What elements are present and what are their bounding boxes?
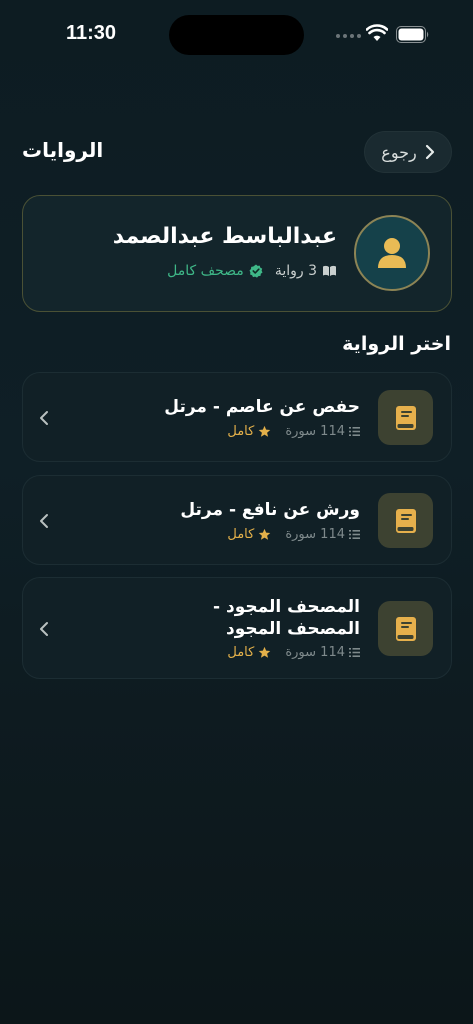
page-title: الروايات xyxy=(22,138,104,162)
book-icon xyxy=(395,508,416,533)
reciter-card: عبدالباسط عبدالصمد 3 رواية مصحف كامل xyxy=(22,195,452,312)
complete-badge: كامل xyxy=(227,527,271,542)
complete-badge: كامل xyxy=(227,645,271,660)
status-bar: 11:30 xyxy=(0,0,473,70)
open-book-icon xyxy=(323,265,336,276)
book-icon xyxy=(395,405,416,430)
dynamic-island xyxy=(169,15,304,55)
back-button[interactable]: رجوع xyxy=(364,131,452,173)
mushaf-status: مصحف كامل xyxy=(167,263,263,279)
surah-count: 114 سورة xyxy=(285,527,360,542)
riwaya-card-warsh[interactable]: ورش عن نافع - مرتل 114 سورة كامل xyxy=(22,475,452,565)
book-tile xyxy=(378,493,433,548)
star-icon xyxy=(259,528,271,540)
chevron-left-icon xyxy=(40,411,48,425)
riwaya-meta: 114 سورة كامل xyxy=(227,645,360,660)
avatar xyxy=(354,215,430,291)
star-icon xyxy=(259,425,271,437)
star-icon xyxy=(259,646,271,658)
reciter-meta: 3 رواية مصحف كامل xyxy=(167,263,337,279)
status-time: 11:30 xyxy=(66,22,117,44)
complete-badge-text: كامل xyxy=(227,424,255,439)
riwaya-count: 3 رواية xyxy=(275,263,337,279)
list-icon xyxy=(349,530,360,539)
surah-count-text: 114 سورة xyxy=(285,527,345,542)
chevron-left-icon xyxy=(40,514,48,528)
riwaya-title: ورش عن نافع - مرتل xyxy=(180,500,360,520)
complete-badge-text: كامل xyxy=(227,527,255,542)
complete-badge-text: كامل xyxy=(227,645,255,660)
surah-count-text: 114 سورة xyxy=(285,424,345,439)
list-icon xyxy=(349,427,360,436)
riwaya-meta: 114 سورة كامل xyxy=(227,527,360,542)
section-title: اختر الرواية xyxy=(342,333,451,355)
riwaya-card-mujawwad[interactable]: المصحف المجود - المصحف المجود 114 سورة ك… xyxy=(22,577,452,679)
chevron-left-icon xyxy=(40,622,48,636)
person-icon xyxy=(378,238,406,268)
surah-count: 114 سورة xyxy=(285,424,360,439)
surah-count: 114 سورة xyxy=(285,645,360,660)
book-tile xyxy=(378,390,433,445)
surah-count-text: 114 سورة xyxy=(285,645,345,660)
book-icon xyxy=(395,616,416,641)
wifi-icon xyxy=(366,24,388,41)
riwaya-card-hafs[interactable]: حفص عن عاصم - مرتل 114 سورة كامل xyxy=(22,372,452,462)
back-label: رجوع xyxy=(381,142,417,162)
verified-badge-icon xyxy=(249,264,263,278)
riwaya-count-text: 3 رواية xyxy=(274,263,317,279)
mushaf-status-text: مصحف كامل xyxy=(167,263,244,279)
cellular-signal-icon xyxy=(336,34,361,38)
battery-icon xyxy=(396,26,429,43)
list-icon xyxy=(349,648,360,657)
complete-badge: كامل xyxy=(227,424,271,439)
riwaya-meta: 114 سورة كامل xyxy=(227,424,360,439)
reciter-name: عبدالباسط عبدالصمد xyxy=(112,224,337,249)
chevron-right-icon xyxy=(425,144,434,160)
riwaya-title: حفص عن عاصم - مرتل xyxy=(164,397,360,417)
book-tile xyxy=(378,601,433,656)
riwaya-title: المصحف المجود - المصحف المجود xyxy=(213,597,360,639)
